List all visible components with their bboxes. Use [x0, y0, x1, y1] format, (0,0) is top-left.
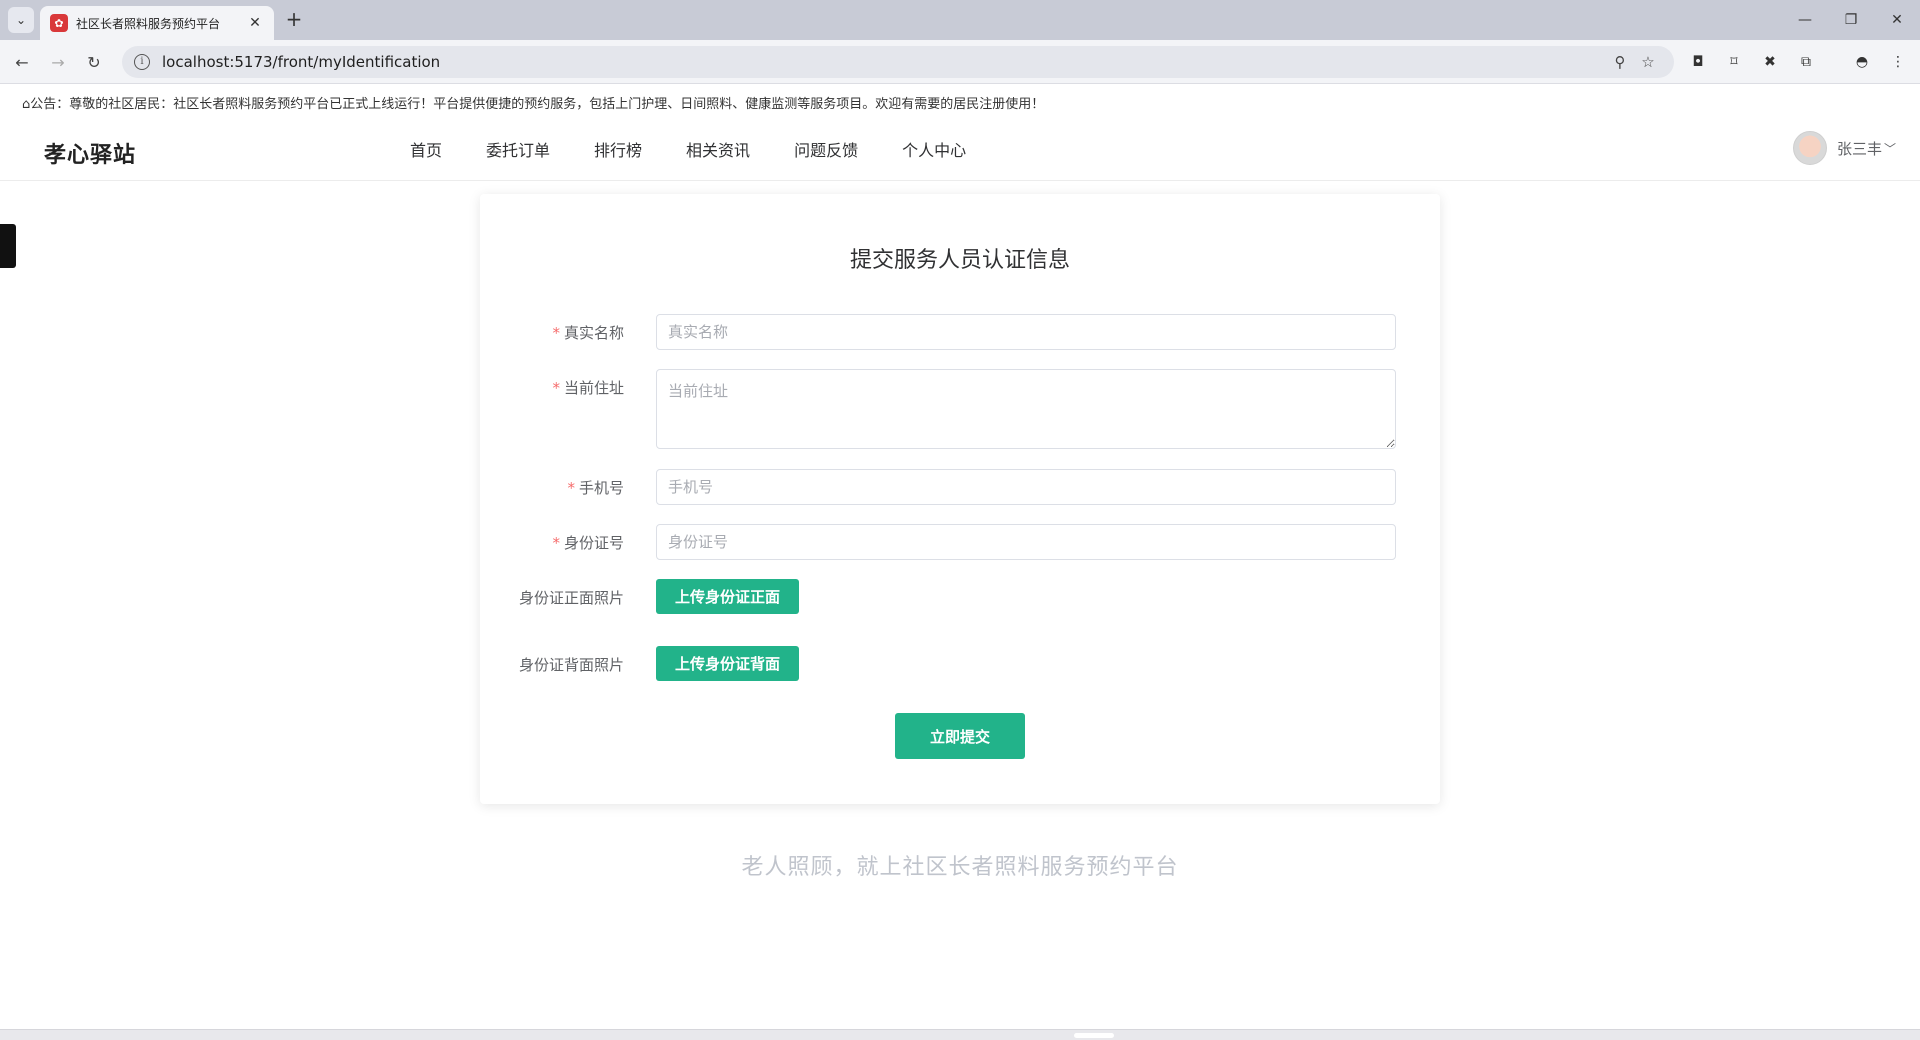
upload-id-back-button[interactable]: 上传身份证背面: [656, 646, 799, 681]
site-header: 孝心驿站 首页 委托订单 排行榜 相关资讯 问题反馈 个人中心 张三丰 ﹀: [0, 117, 1920, 181]
profile-avatar-icon[interactable]: ◓: [1850, 50, 1874, 74]
address-textarea[interactable]: [656, 369, 1396, 449]
footer-slogan: 老人照顾，就上社区长者照料服务预约平台: [741, 855, 1179, 880]
window-close-icon[interactable]: ✕: [1874, 0, 1920, 40]
nav-item-news[interactable]: 相关资讯: [686, 137, 750, 161]
url-text[interactable]: localhost:5173/front/myIdentification: [162, 53, 1606, 71]
nav-item-feedback[interactable]: 问题反馈: [794, 137, 858, 161]
submit-button[interactable]: 立即提交: [895, 713, 1025, 759]
extensions-puzzle-icon[interactable]: ⧉: [1794, 50, 1818, 74]
site-logo[interactable]: 孝心驿站: [44, 137, 136, 169]
side-float-tab[interactable]: [0, 224, 16, 268]
avatar[interactable]: [1792, 131, 1827, 165]
nav-item-profile[interactable]: 个人中心: [902, 137, 966, 161]
id-back-label: 身份证背面照片: [518, 656, 624, 674]
address-label: * 当前住址: [552, 379, 624, 397]
restore-icon[interactable]: ❐: [1828, 0, 1874, 40]
nav-item-orders[interactable]: 委托订单: [486, 137, 550, 161]
extension-icon[interactable]: ◘: [1686, 50, 1710, 74]
nav-item-ranking[interactable]: 排行榜: [594, 137, 642, 161]
forward-arrow-icon[interactable]: →: [46, 50, 70, 74]
browser-menu-icon[interactable]: ⋮: [1886, 50, 1910, 74]
id-number-label: * 身份证号: [552, 534, 624, 552]
id-front-label: 身份证正面照片: [518, 589, 624, 607]
browser-tab-bar: ⌄ ✿ 社区长者照料服务预约平台 ✕ + — ❐ ✕: [0, 0, 1920, 40]
page: ⌂公告：尊敬的社区居民：社区长者照料服务预约平台已正式上线运行！平台提供便捷的预…: [0, 85, 1920, 1029]
new-tab-plus-icon[interactable]: +: [282, 8, 306, 32]
back-arrow-icon[interactable]: ←: [10, 50, 34, 74]
phone-input[interactable]: [656, 469, 1396, 505]
tab-close-icon[interactable]: ✕: [246, 15, 264, 31]
user-name[interactable]: 张三丰: [1837, 138, 1882, 159]
bookmark-star-icon[interactable]: ☆: [1634, 53, 1662, 71]
phone-label: * 手机号: [567, 479, 624, 497]
main-nav: 首页 委托订单 排行榜 相关资讯 问题反馈 个人中心: [388, 117, 988, 181]
real-name-label: * 真实名称: [552, 324, 624, 342]
scrollbar-thumb[interactable]: [1074, 1033, 1114, 1038]
reload-icon[interactable]: ↻: [82, 50, 106, 74]
tab-title: 社区长者照料服务预约平台: [76, 16, 221, 31]
id-number-input[interactable]: [656, 524, 1396, 560]
extension-x-icon[interactable]: ✖: [1758, 50, 1782, 74]
form-title: 提交服务人员认证信息: [849, 248, 1070, 273]
app-logo-icon: ✿: [50, 14, 68, 32]
tab-search-chevron-icon[interactable]: ⌄: [8, 7, 34, 33]
browser-tab-active[interactable]: ✿ 社区长者照料服务预约平台 ✕: [40, 6, 274, 40]
real-name-input[interactable]: [656, 314, 1396, 350]
chevron-down-icon[interactable]: ﹀: [1884, 140, 1896, 157]
address-bar[interactable]: i localhost:5173/front/myIdentification …: [122, 46, 1674, 78]
notice-bar: ⌂公告：尊敬的社区居民：社区长者照料服务预约平台已正式上线运行！平台提供便捷的预…: [22, 93, 1044, 112]
bookmark-icon[interactable]: ⌑: [1722, 50, 1746, 74]
nav-item-home[interactable]: 首页: [410, 137, 442, 161]
user-menu[interactable]: 张三丰 ﹀: [1792, 131, 1896, 165]
minimize-icon[interactable]: —: [1782, 0, 1828, 40]
notice-text: 公告：尊敬的社区居民：社区长者照料服务预约平台已正式上线运行！平台提供便捷的预约…: [30, 97, 1045, 112]
zoom-icon[interactable]: ⚲: [1606, 53, 1634, 71]
horizontal-scrollbar[interactable]: [0, 1029, 1920, 1040]
site-info-icon[interactable]: i: [134, 54, 150, 70]
upload-id-front-button[interactable]: 上传身份证正面: [656, 579, 799, 614]
identification-form-card: 提交服务人员认证信息 *真实名称 *当前住址 *手机号 *身份证号 身份证正面照…: [480, 194, 1440, 804]
browser-toolbar: ← → ↻ i localhost:5173/front/myIdentific…: [0, 40, 1920, 84]
